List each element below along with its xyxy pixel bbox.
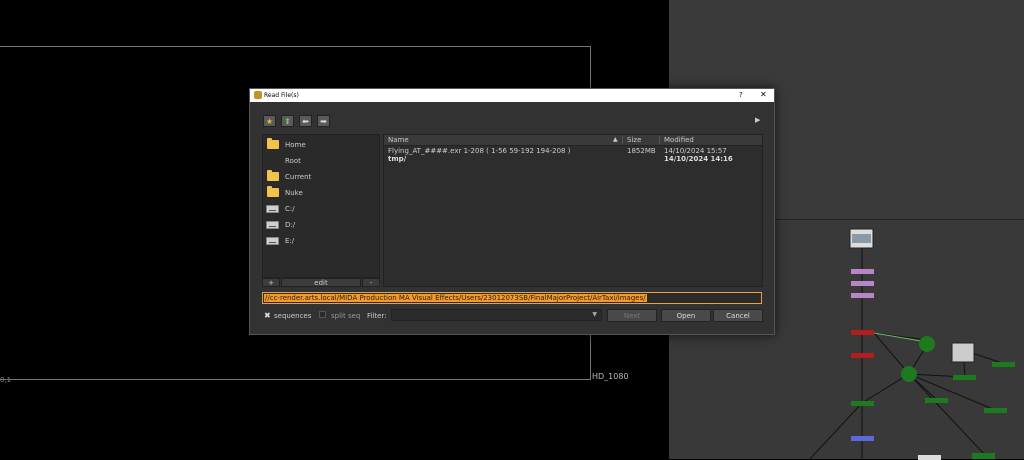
read-files-dialog: Read File(s) ? ✕ ★ ⬆ ⬅ ➡ ▶ Home Root Cur… (249, 88, 775, 335)
split-seq-label: split seq (331, 312, 361, 320)
arrow-up-icon: ⬆ (284, 117, 291, 126)
purple-node (851, 269, 874, 274)
green-merge-node (919, 336, 935, 352)
remove-bookmark-button[interactable]: - (362, 278, 380, 287)
next-button[interactable]: Next (607, 309, 657, 322)
drive-icon (266, 205, 279, 213)
green-node (851, 401, 874, 406)
sidebar-item-e-drive[interactable]: E:/ (265, 234, 377, 248)
red-node (851, 330, 874, 335)
viewer-resolution-label: HD_1080 (592, 372, 629, 381)
green-node (972, 453, 995, 459)
red-node (851, 353, 874, 358)
dialog-bottom-bar: ✖ sequences split seq Filter: ▼ Next Ope… (250, 308, 774, 324)
favorites-button[interactable]: ★ (263, 115, 276, 127)
sidebar-item-label: Home (285, 141, 306, 149)
green-node (992, 362, 1015, 367)
cancel-button[interactable]: Cancel (713, 309, 763, 322)
sidebar-item-label: Current (285, 173, 312, 181)
green-merge-node (901, 366, 917, 382)
sidebar-item-nuke[interactable]: Nuke (265, 186, 377, 200)
sidebar-item-label: Root (285, 157, 301, 165)
file-list-header: Name ▲ Size Modified (384, 135, 762, 146)
drive-icon (266, 237, 279, 245)
open-button[interactable]: Open (661, 309, 711, 322)
path-input-text: //cc-render.arts.local/MIDA Production M… (264, 294, 647, 302)
back-button[interactable]: ⬅ (299, 115, 312, 127)
folder-icon (267, 186, 279, 197)
sort-ascending-icon: ▲ (613, 136, 618, 143)
split-seq-checkbox[interactable] (319, 311, 326, 318)
close-button[interactable]: ✕ (760, 90, 767, 99)
dialog-titlebar[interactable]: Read File(s) ? ✕ (250, 89, 774, 102)
sidebar-item-root[interactable]: Root (265, 154, 377, 168)
sidebar-item-label: E:/ (285, 237, 295, 245)
arrow-right-icon: ➡ (320, 117, 327, 126)
star-icon: ★ (265, 117, 274, 126)
sidebar-item-d-drive[interactable]: D:/ (265, 218, 377, 232)
help-button[interactable]: ? (739, 91, 743, 99)
column-header-name[interactable]: Name (388, 135, 409, 145)
path-input[interactable]: //cc-render.arts.local/MIDA Production M… (262, 292, 762, 304)
folder-icon (267, 138, 279, 149)
drive-icon (266, 221, 279, 229)
sidebar-item-label: C:/ (285, 205, 295, 213)
gray-node (951, 342, 975, 363)
sequences-checkbox[interactable]: ✖ (264, 311, 271, 320)
purple-node (851, 293, 874, 298)
file-list[interactable]: Name ▲ Size Modified Flying_AT_####.exr … (383, 134, 763, 287)
nuke-app-icon (254, 91, 262, 99)
green-node (953, 375, 976, 380)
filter-label: Filter: (367, 312, 387, 320)
column-header-modified[interactable]: Modified (664, 135, 694, 145)
bookmarks-sidebar: Home Root Current Nuke C:/ D:/ E:/ (262, 134, 380, 278)
green-node (984, 408, 1007, 413)
filter-dropdown[interactable]: ▼ (391, 309, 602, 321)
edit-bookmark-button[interactable]: edit (281, 278, 361, 287)
viewer-coord-label: 0,1 (0, 376, 12, 384)
folder-row[interactable]: tmp/ 14/10/2024 14:16 (384, 155, 762, 164)
dialog-title: Read File(s) (264, 92, 299, 99)
green-node (925, 398, 948, 403)
preview-toggle-button[interactable]: ▶ (755, 116, 760, 124)
blue-node (851, 436, 874, 441)
column-separator (659, 136, 660, 144)
sidebar-item-c-drive[interactable]: C:/ (265, 202, 377, 216)
folder-icon (267, 170, 279, 181)
forward-button[interactable]: ➡ (317, 115, 330, 127)
purple-node (851, 281, 874, 286)
sidebar-item-label: Nuke (285, 189, 303, 197)
sidebar-item-home[interactable]: Home (265, 138, 377, 152)
column-separator (622, 136, 623, 144)
sidebar-item-label: D:/ (285, 221, 296, 229)
file-modified: 14/10/2024 14:16 (664, 155, 733, 163)
add-bookmark-button[interactable]: + (262, 278, 280, 287)
column-header-size[interactable]: Size (627, 135, 641, 145)
sidebar-item-current[interactable]: Current (265, 170, 377, 184)
white-node (918, 455, 941, 460)
triangle-right-icon: ▶ (755, 116, 761, 124)
arrow-left-icon: ⬅ (302, 117, 309, 126)
sequences-label: sequences (274, 312, 312, 320)
chevron-down-icon: ▼ (592, 311, 597, 318)
file-name: tmp/ (388, 155, 407, 163)
up-directory-button[interactable]: ⬆ (281, 115, 294, 127)
